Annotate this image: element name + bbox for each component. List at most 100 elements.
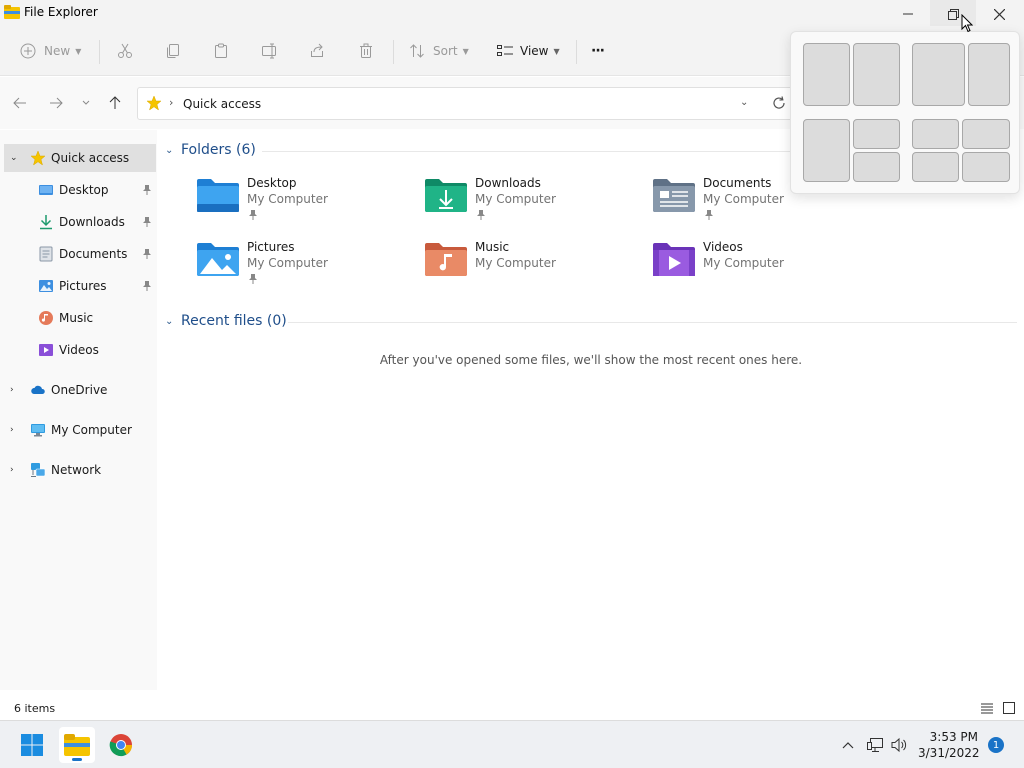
desktop-folder-icon	[197, 179, 239, 212]
snap-zone-quad-top-left[interactable]	[912, 119, 959, 149]
sidebar-item-music[interactable]: Music	[4, 304, 156, 332]
up-button[interactable]	[105, 93, 125, 113]
copy-button[interactable]	[165, 38, 181, 64]
mouse-cursor-icon	[961, 14, 973, 33]
start-button[interactable]	[14, 727, 50, 763]
notification-badge[interactable]: 1	[988, 737, 1004, 753]
sidebar-item-label: My Computer	[51, 423, 132, 437]
pin-icon	[249, 210, 257, 220]
folder-location: My Computer	[703, 256, 784, 270]
file-explorer-icon	[4, 5, 20, 19]
arrow-up-icon	[109, 96, 121, 109]
refresh-icon[interactable]	[771, 95, 787, 111]
chevron-right-icon[interactable]: ›	[10, 385, 22, 395]
sort-icon	[410, 44, 424, 58]
folders-section-header[interactable]: ⌄ Folders (6)	[165, 142, 256, 158]
sidebar-item-my-computer[interactable]: › My Computer	[4, 416, 156, 444]
desktop-icon	[39, 185, 53, 195]
taskbar-chrome[interactable]	[103, 727, 139, 763]
recent-locations-button[interactable]	[76, 93, 96, 113]
folders-section-title: Folders (6)	[181, 142, 256, 158]
rename-button[interactable]	[261, 38, 279, 64]
downloads-icon	[40, 215, 52, 230]
pictures-folder-icon	[197, 243, 239, 276]
restore-icon	[947, 8, 959, 20]
minimize-icon	[903, 13, 913, 15]
sidebar-item-downloads[interactable]: Downloads	[4, 208, 156, 236]
sidebar-item-label: Quick access	[51, 151, 130, 165]
tiles-view-icon[interactable]	[1001, 700, 1017, 716]
trash-icon	[360, 43, 372, 58]
snap-zone-quad-top-right[interactable]	[962, 119, 1010, 149]
window-title: File Explorer	[24, 5, 98, 19]
breadcrumb-quick-access[interactable]: Quick access	[183, 97, 261, 111]
copy-icon	[167, 44, 179, 58]
downloads-folder-icon	[425, 179, 467, 212]
back-button[interactable]	[10, 93, 30, 113]
minimize-button[interactable]	[885, 0, 931, 28]
share-button[interactable]	[309, 38, 325, 64]
sidebar-item-label: Pictures	[59, 279, 107, 293]
pin-icon	[477, 210, 485, 220]
sidebar-item-pictures[interactable]: Pictures	[4, 272, 156, 300]
chevron-down-icon	[82, 100, 90, 105]
folder-tile-pictures[interactable]: Pictures My Computer	[196, 240, 416, 292]
snap-zone-wide-left[interactable]	[912, 43, 965, 106]
show-hidden-icons-button[interactable]	[839, 736, 857, 754]
snap-zone-half-right[interactable]	[853, 43, 900, 106]
folder-name: Documents	[703, 176, 772, 190]
taskbar-file-explorer[interactable]	[59, 727, 95, 763]
active-app-indicator	[72, 758, 82, 761]
folder-location: My Computer	[475, 256, 556, 270]
status-bar: 6 items	[0, 695, 1024, 720]
arrow-left-icon	[13, 97, 26, 109]
view-button[interactable]: View ▼	[496, 38, 560, 64]
network-status-button[interactable]	[866, 736, 884, 754]
new-button[interactable]: New ▼	[20, 38, 81, 64]
snap-zone-narrow-right[interactable]	[968, 43, 1010, 106]
chevron-down-icon[interactable]: ⌄	[10, 153, 22, 163]
sidebar-item-documents[interactable]: Documents	[4, 240, 156, 268]
folder-name: Downloads	[475, 176, 541, 190]
computer-icon	[31, 424, 45, 437]
item-count: 6 items	[14, 702, 56, 715]
speaker-icon	[891, 737, 907, 753]
folder-name: Videos	[703, 240, 743, 254]
clipboard-icon	[215, 43, 227, 58]
folder-tile-videos[interactable]: Videos My Computer	[652, 240, 872, 292]
close-button[interactable]	[976, 0, 1022, 28]
paste-button[interactable]	[213, 38, 229, 64]
sidebar-item-desktop[interactable]: Desktop	[4, 176, 156, 204]
pin-icon	[143, 217, 151, 227]
sidebar-item-videos[interactable]: Videos	[4, 336, 156, 364]
snap-zone-quad-bottom-right[interactable]	[962, 152, 1010, 182]
sidebar-item-onedrive[interactable]: › OneDrive	[4, 376, 156, 404]
volume-button[interactable]	[891, 736, 909, 754]
forward-button[interactable]	[46, 93, 66, 113]
sort-button[interactable]: Sort ▼	[409, 38, 469, 64]
windows-logo-icon	[21, 734, 43, 756]
address-bar[interactable]: › Quick access ⌄	[137, 87, 797, 120]
share-icon	[311, 43, 323, 57]
snap-zone-bottom-right[interactable]	[853, 152, 900, 182]
folder-tile-downloads[interactable]: Downloads My Computer	[424, 176, 644, 228]
folder-tile-desktop[interactable]: Desktop My Computer	[196, 176, 416, 228]
chevron-right-icon[interactable]: ›	[10, 425, 22, 435]
chevron-right-icon[interactable]: ›	[10, 465, 22, 475]
address-dropdown-icon[interactable]: ⌄	[740, 97, 748, 108]
snap-zone-half-left[interactable]	[803, 43, 850, 106]
more-icon: ···	[591, 43, 605, 59]
sidebar-item-network[interactable]: › Network	[4, 456, 156, 484]
folder-tile-music[interactable]: Music My Computer	[424, 240, 644, 292]
cut-button[interactable]	[117, 38, 133, 64]
more-options-button[interactable]: ···	[591, 38, 605, 64]
view-icon	[497, 45, 513, 56]
snap-zone-top-right[interactable]	[853, 119, 900, 149]
sidebar-item-quick-access[interactable]: ⌄ Quick access	[4, 144, 156, 172]
details-view-icon[interactable]	[979, 700, 995, 716]
recent-files-section-header[interactable]: ⌄ Recent files (0)	[165, 313, 287, 329]
snap-zone-quad-bottom-left[interactable]	[912, 152, 959, 182]
snap-zone-main-left[interactable]	[803, 119, 850, 182]
clock[interactable]: 3:53 PM 3/31/2022	[918, 729, 980, 761]
delete-button[interactable]	[358, 38, 374, 64]
